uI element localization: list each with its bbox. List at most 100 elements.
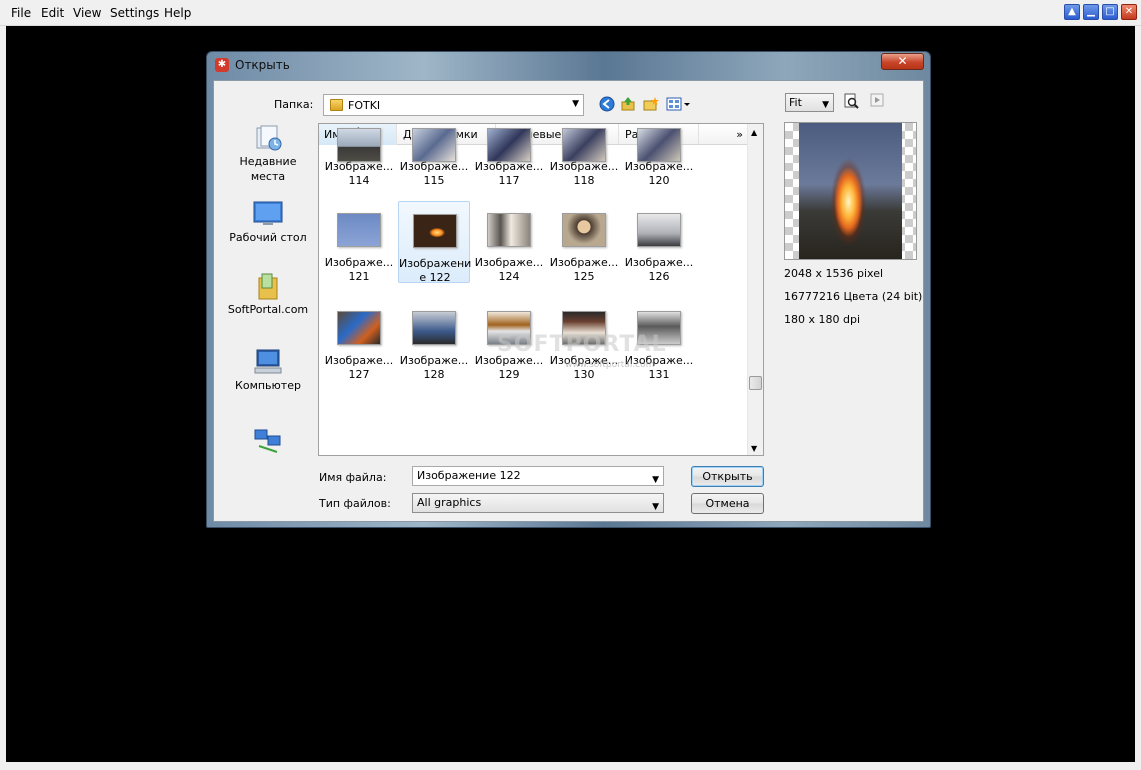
- file-tile-115[interactable]: Изображе... 115: [398, 124, 470, 190]
- zoom-preview-icon[interactable]: [842, 93, 859, 110]
- file-tile-122[interactable]: Изображени е 122: [398, 201, 472, 284]
- place-softportal[interactable]: SoftPortal.com: [223, 272, 313, 317]
- thumbnail-image: [413, 214, 457, 248]
- minimize-button[interactable]: ▁: [1083, 4, 1099, 20]
- dialog-body: Папка: FOTKI ▼ Недавние места Рабочий ст…: [213, 80, 924, 522]
- file-tile-127[interactable]: Изображе... 127: [323, 299, 395, 381]
- filename-value: Изображение 122: [417, 469, 521, 482]
- image-dimensions: 2048 x 1536 pixel: [784, 267, 884, 280]
- restore-up-icon[interactable]: ▲: [1064, 4, 1080, 20]
- file-name-label: Изображени е 122: [399, 257, 472, 284]
- place-recent[interactable]: Недавние места: [223, 124, 313, 184]
- view-menu-icon[interactable]: [666, 96, 692, 113]
- thumbnail-image: [337, 311, 381, 345]
- file-name-label: Изображе... 129: [474, 354, 544, 381]
- file-tile-125[interactable]: Изображе... 125: [548, 201, 620, 283]
- file-name-label: Изображе... 120: [624, 160, 694, 187]
- open-dialog: ✱ Открыть ✕ Папка: FOTKI ▼ Недавние мест…: [206, 51, 931, 528]
- place-desktop[interactable]: Рабочий стол: [223, 200, 313, 245]
- menu-settings[interactable]: Settings: [110, 6, 159, 20]
- new-folder-icon[interactable]: [642, 96, 659, 113]
- place-recent-label: Недавние места: [239, 155, 297, 183]
- places-bar: Недавние места Рабочий стол SoftPortal.c…: [223, 124, 313, 460]
- file-name-label: Изображе... 125: [549, 256, 619, 283]
- dialog-titlebar[interactable]: ✱ Открыть ✕: [207, 52, 930, 79]
- menu-bar: File Edit View Settings Help ▲ ▁ □ ✕: [0, 0, 1141, 26]
- folder-icon: [330, 99, 343, 111]
- filetype-value: All graphics: [417, 496, 482, 509]
- chevron-down-icon: ▼: [652, 502, 659, 512]
- thumbnail-image: [337, 128, 381, 162]
- chevron-down-icon: ▼: [822, 100, 829, 110]
- place-computer[interactable]: Компьютер: [223, 348, 313, 393]
- file-name-label: Изображе... 124: [474, 256, 544, 283]
- filetype-label: Тип файлов:: [319, 497, 391, 510]
- network-icon: [253, 428, 283, 456]
- file-tile-124[interactable]: Изображе... 124: [473, 201, 545, 283]
- dialog-title: Открыть: [235, 58, 290, 72]
- file-tile-128[interactable]: Изображе... 128: [398, 299, 470, 381]
- close-button[interactable]: ✕: [1121, 4, 1137, 20]
- place-desktop-label: Рабочий стол: [229, 231, 307, 244]
- chevron-down-icon[interactable]: ▼: [652, 471, 659, 489]
- cancel-button[interactable]: Отмена: [691, 493, 764, 514]
- file-tile-117[interactable]: Изображе... 117: [473, 124, 545, 190]
- scroll-down-icon[interactable]: ▼: [751, 444, 757, 453]
- watermark-url: www.softportal.com: [565, 360, 655, 370]
- menu-file[interactable]: File: [11, 6, 31, 20]
- place-computer-label: Компьютер: [235, 379, 301, 392]
- thumbnail-image: [637, 213, 681, 247]
- scroll-up-icon[interactable]: ▲: [751, 128, 757, 137]
- file-tile-126[interactable]: Изображе... 126: [623, 201, 695, 283]
- recent-places-icon: [253, 124, 283, 152]
- thumbnail-image: [562, 128, 606, 162]
- folder-combo[interactable]: FOTKI ▼: [323, 94, 584, 116]
- zoom-value: Fit: [789, 96, 802, 109]
- file-tile-118[interactable]: Изображе... 118: [548, 124, 620, 190]
- image-dpi: 180 x 180 dpi: [784, 313, 861, 326]
- file-name-label: Изображе... 114: [324, 160, 394, 187]
- maximize-button[interactable]: □: [1102, 4, 1118, 20]
- preview-frame: [784, 122, 917, 260]
- play-icon[interactable]: [868, 93, 885, 110]
- open-button[interactable]: Открыть: [691, 466, 764, 487]
- app-logo-icon: ✱: [215, 58, 229, 72]
- dialog-close-button[interactable]: ✕: [881, 53, 924, 70]
- menu-view[interactable]: View: [73, 6, 101, 20]
- desktop-icon: [253, 200, 283, 228]
- menu-help[interactable]: Help: [164, 6, 191, 20]
- zoom-select[interactable]: Fit ▼: [785, 93, 834, 112]
- back-icon[interactable]: [598, 96, 615, 113]
- filetype-select[interactable]: All graphics ▼: [412, 493, 664, 513]
- folder-label: Папка:: [274, 98, 314, 111]
- file-tile-114[interactable]: Изображе... 114: [323, 124, 395, 190]
- preview-image: [799, 123, 902, 259]
- vertical-scrollbar[interactable]: ▲ ▼: [747, 124, 763, 455]
- thumbnail-image: [487, 213, 531, 247]
- scroll-thumb[interactable]: [749, 376, 762, 390]
- file-tile-121[interactable]: Изображе... 121: [323, 201, 395, 283]
- place-network[interactable]: [223, 428, 313, 458]
- file-list[interactable]: ^ Имя Дата съемки Ключевые слова Размер …: [318, 123, 764, 456]
- thumbnail-image: [637, 128, 681, 162]
- user-folder-icon: [253, 272, 283, 300]
- file-name-label: Изображе... 117: [474, 160, 544, 187]
- menu-edit[interactable]: Edit: [41, 6, 64, 20]
- thumbnail-image: [487, 128, 531, 162]
- filename-label: Имя файла:: [319, 471, 387, 484]
- file-tile-120[interactable]: Изображе... 120: [623, 124, 695, 190]
- file-name-label: Изображе... 118: [549, 160, 619, 187]
- more-columns-icon[interactable]: »: [700, 124, 749, 145]
- up-folder-icon[interactable]: [619, 96, 636, 113]
- thumbnail-image: [337, 213, 381, 247]
- thumbnail-image: [412, 311, 456, 345]
- chevron-down-icon: ▼: [572, 99, 579, 109]
- file-name-label: Изображе... 126: [624, 256, 694, 283]
- watermark: SOFTPORTAL: [497, 332, 667, 357]
- place-softportal-label: SoftPortal.com: [227, 303, 309, 316]
- image-colors: 16777216 Цвета (24 bit): [784, 290, 923, 303]
- thumbnail-image: [562, 213, 606, 247]
- filename-input[interactable]: Изображение 122 ▼: [412, 466, 664, 486]
- file-name-label: Изображе... 115: [399, 160, 469, 187]
- file-name-label: Изображе... 121: [324, 256, 394, 283]
